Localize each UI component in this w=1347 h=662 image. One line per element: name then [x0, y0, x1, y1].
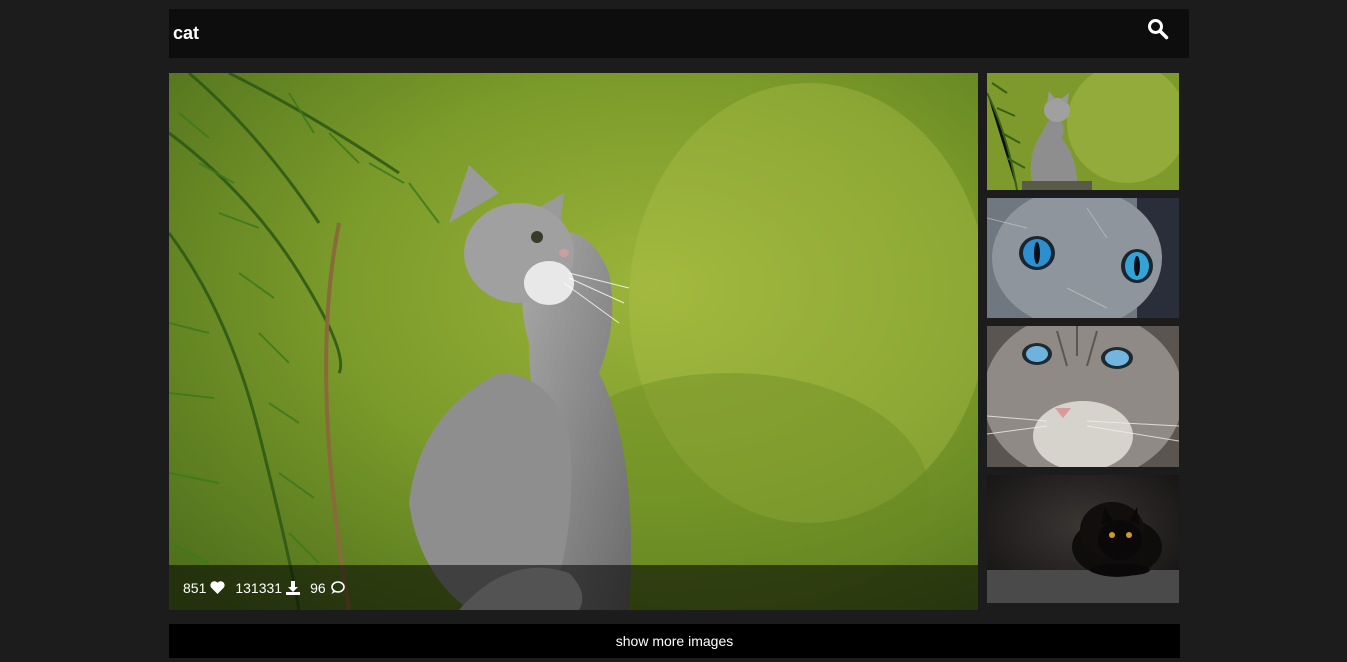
thumbnail-tabby[interactable]	[987, 326, 1179, 467]
comment-icon	[330, 580, 345, 594]
downloads-stat[interactable]: 131331	[235, 579, 301, 596]
likes-count: 851	[183, 579, 207, 596]
kitten-photo	[169, 73, 978, 610]
likes-stat[interactable]: 851	[183, 580, 225, 596]
heart-icon	[210, 581, 225, 594]
thumbnail-black-cat[interactable]	[987, 475, 1179, 603]
comments-stat[interactable]: 96	[310, 580, 345, 596]
search-icon	[1148, 19, 1169, 40]
thumbnail-image	[987, 326, 1179, 467]
search-input[interactable]	[169, 9, 1129, 58]
thumbnail-kitten[interactable]	[987, 73, 1179, 190]
download-icon	[286, 580, 301, 595]
thumbnail-image	[987, 475, 1179, 603]
search-button[interactable]	[1143, 15, 1175, 47]
comments-count: 96	[310, 579, 326, 596]
thumbnail-blue-eyes[interactable]	[987, 198, 1179, 318]
downloads-count: 131331	[235, 579, 283, 596]
thumbnail-image	[987, 73, 1179, 190]
show-more-images-button[interactable]: show more images	[169, 624, 1180, 658]
search-bar	[169, 9, 1189, 58]
image-stats-bar: 851 131331 96	[169, 565, 978, 610]
featured-image[interactable]: 851 131331 96	[169, 73, 978, 610]
thumbnail-image	[987, 198, 1179, 318]
